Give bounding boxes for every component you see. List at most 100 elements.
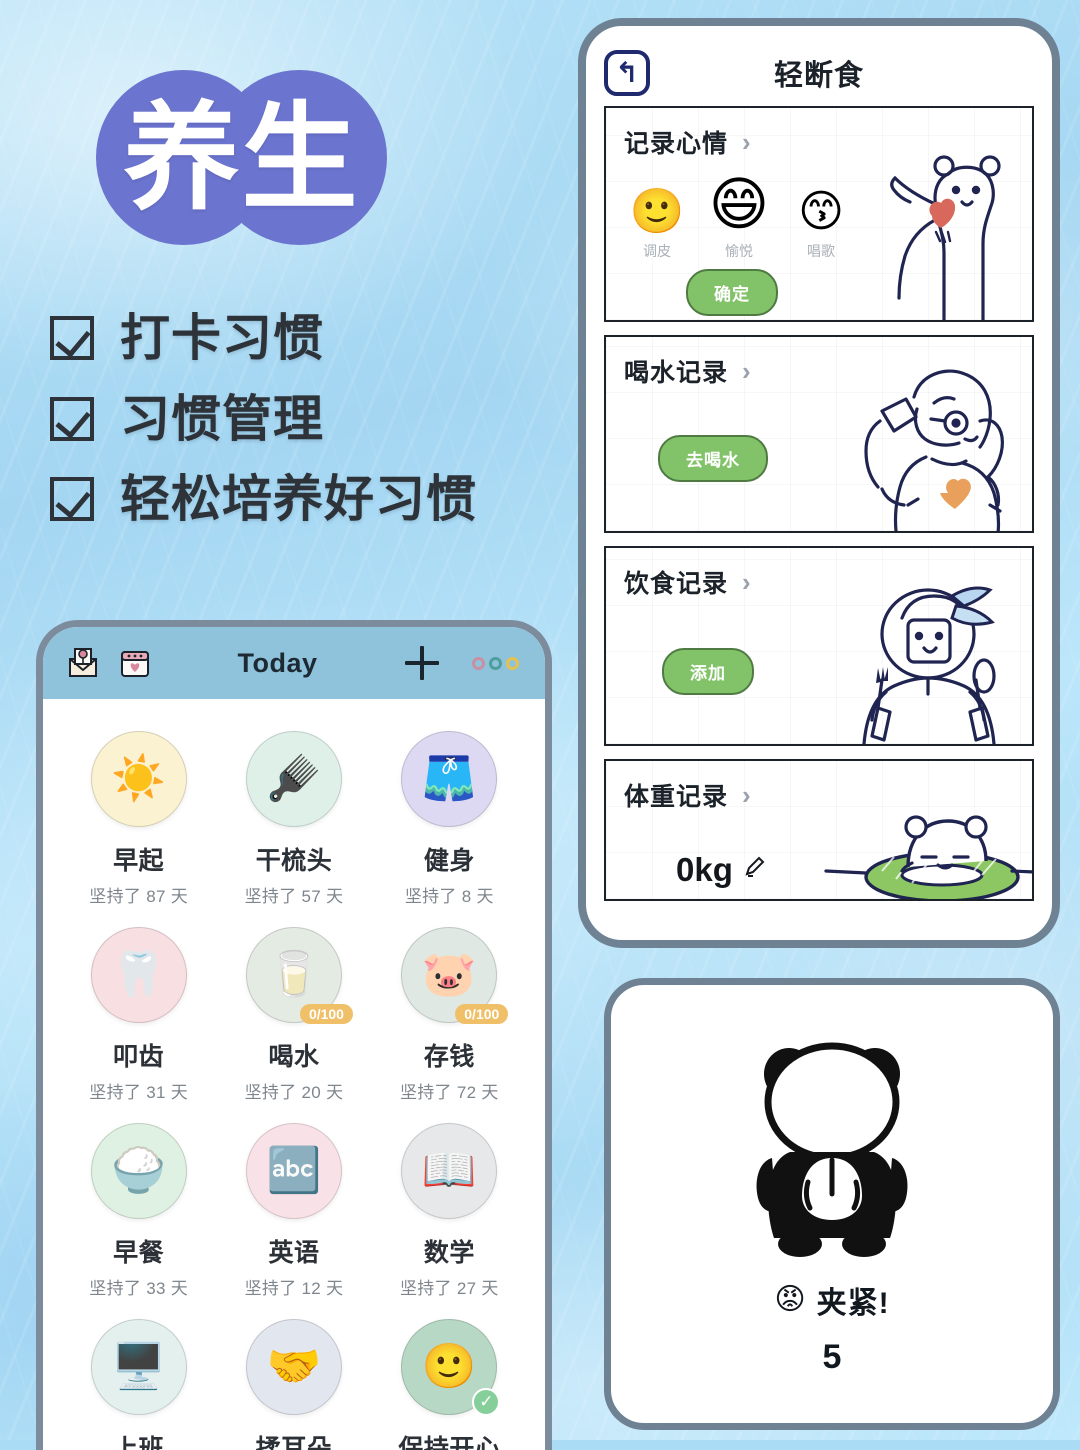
- habit-progress-badge: 0/100: [299, 1004, 353, 1024]
- feature-checklist: 打卡习惯 习惯管理 轻松培养好习惯: [50, 312, 610, 554]
- habit-item[interactable]: 🔤 英语坚持了 12 天: [216, 1115, 371, 1299]
- habit-icon-circle[interactable]: 🔤: [245, 1123, 342, 1219]
- habit-icon: 🪮: [266, 754, 322, 803]
- confirm-mood-button[interactable]: 确定: [686, 269, 778, 316]
- habit-icon-circle[interactable]: ☀️: [90, 731, 187, 827]
- card-mood-record[interactable]: 记录心情 › 🙂 调皮 😄 愉悦 😙 唱歌 确定: [604, 106, 1034, 322]
- habit-name: 数学: [423, 1239, 475, 1267]
- checklist-item-label: 打卡习惯: [120, 310, 324, 366]
- habit-grid: ☀️ 早起 坚持了 87 天 🪮 干梳头 坚持了 57 天 🩳 健身 坚持了 8 天 🦷 叩齿 坚持了…: [43, 699, 545, 1450]
- mood-option[interactable]: 🙂 调皮: [624, 190, 690, 261]
- mood-emoji: 😄: [708, 172, 770, 237]
- calendar-heart-icon[interactable]: [117, 645, 153, 681]
- pencil-edit-icon[interactable]: [743, 856, 765, 884]
- mood-options: 🙂 调皮 😄 愉悦 😙 唱歌: [624, 176, 1014, 261]
- habit-streak: 坚持了 12 天: [244, 1279, 344, 1298]
- mood-emoji: 😙: [798, 187, 844, 236]
- card-header: 记录心情 ›: [624, 124, 1014, 160]
- habit-name: 干梳头: [255, 847, 333, 875]
- habit-name: 健身: [423, 847, 475, 875]
- habit-item[interactable]: 📖 数学坚持了 27 天: [372, 1115, 527, 1299]
- habit-item[interactable]: 🖥️上班坚持了 44 天: [61, 1311, 216, 1450]
- habit-icon-circle[interactable]: 📖: [401, 1123, 498, 1219]
- checkbox-checked-icon: [50, 477, 94, 522]
- checklist-item-label: 轻松培养好习惯: [120, 471, 477, 527]
- habit-icon: 🤝: [266, 1342, 322, 1391]
- go-drink-water-button[interactable]: 去喝水: [658, 435, 768, 482]
- habit-name: 喝水: [268, 1043, 320, 1071]
- habit-icon: 🍚: [111, 1146, 167, 1195]
- habit-item[interactable]: ☀️ 早起坚持了 87 天: [61, 723, 216, 907]
- add-habit-button[interactable]: [402, 643, 442, 683]
- checkbox-checked-icon: [50, 396, 94, 441]
- page-header-title: Today: [237, 647, 318, 678]
- habit-item[interactable]: 🙂✓保持开心坚持了 3 天: [372, 1311, 527, 1450]
- habit-item[interactable]: 🪮 干梳头坚持了 57 天: [216, 723, 371, 907]
- card-header: 喝水记录 ›: [624, 353, 1014, 389]
- panda-status-text: 夹紧!: [816, 1286, 890, 1320]
- habit-icon-circle[interactable]: 🦷: [90, 927, 187, 1023]
- card-header: 饮食记录 ›: [624, 564, 1014, 600]
- habit-item[interactable]: 🥛 0/100 喝水坚持了 20 天: [216, 919, 371, 1103]
- habit-streak: 坚持了 20 天: [244, 1083, 344, 1102]
- habit-item[interactable]: 🐷 0/100 存钱坚持了 72 天: [372, 919, 527, 1103]
- habit-name: 英语: [268, 1239, 320, 1267]
- habit-icon-circle[interactable]: 🤝: [245, 1319, 342, 1415]
- checkbox-checked-icon: [50, 316, 94, 361]
- card-weight-record[interactable]: 体重记录 › 0kg: [604, 759, 1034, 901]
- checklist-item: 打卡习惯: [50, 312, 610, 365]
- card-diet-record[interactable]: 饮食记录 › 添加: [604, 546, 1034, 746]
- habit-icon-circle[interactable]: 🍚: [90, 1123, 187, 1219]
- mood-option[interactable]: 😄 愉悦: [706, 176, 772, 261]
- mood-label: 调皮: [643, 243, 671, 259]
- three-dots-icon[interactable]: [472, 656, 519, 670]
- fasting-page-title: 轻断食: [773, 60, 864, 92]
- checklist-item: 习惯管理: [50, 390, 610, 447]
- habit-streak: 坚持了 72 天: [399, 1083, 499, 1102]
- checklist-item-label: 习惯管理: [120, 390, 324, 447]
- phone-mockup-habits: Today ☀️ 早起 坚持了 87 天 🪮 干梳头 坚持了 57 天 🩳 健身 坚持了 8 天…: [36, 620, 552, 1450]
- envelope-icon[interactable]: [65, 645, 101, 681]
- habit-item[interactable]: 🦷 叩齿 坚持了 31 天: [61, 919, 216, 1103]
- habit-item[interactable]: 🍚 早餐 坚持了 33 天: [61, 1115, 216, 1299]
- hero-title-badge: 养生: [96, 62, 396, 252]
- habit-icon: 🦷: [111, 950, 167, 999]
- mood-option[interactable]: 😙 唱歌: [788, 190, 854, 261]
- card-header: 体重记录 ›: [624, 777, 1014, 813]
- panda-status-label: 😡 夹紧!: [774, 1278, 889, 1322]
- habit-name: 早起: [113, 847, 165, 875]
- habit-streak: 坚持了 33 天: [89, 1279, 189, 1298]
- card-title: 喝水记录: [624, 359, 729, 387]
- panda-count: 5: [822, 1337, 842, 1376]
- habit-streak: 坚持了 27 天: [399, 1279, 499, 1298]
- page-title: 养生: [123, 92, 360, 223]
- habit-icon-circle[interactable]: 🙂 ✓: [401, 1319, 501, 1416]
- habit-icon: 🐷: [421, 950, 477, 999]
- chevron-right-icon: ›: [742, 567, 751, 597]
- mood-emoji: 🙂: [629, 187, 685, 236]
- habit-name: 存钱: [423, 1043, 475, 1071]
- habit-streak: 坚持了 87 天: [89, 887, 189, 906]
- habit-completed-check-icon: ✓: [472, 1388, 501, 1416]
- habit-icon: 🙂: [421, 1342, 477, 1391]
- habit-item[interactable]: 🤝揉耳朵坚持了 2 天: [216, 1311, 371, 1450]
- habit-icon: ☀️: [111, 754, 167, 803]
- panda-squeeze-card[interactable]: 😡 夹紧! 5: [604, 978, 1060, 1430]
- habit-icon-circle[interactable]: 🐷 0/100: [401, 927, 509, 1024]
- app-header: Today: [43, 627, 545, 699]
- habit-streak: 坚持了 57 天: [244, 887, 344, 906]
- habit-icon-circle[interactable]: 🩳: [401, 731, 498, 827]
- card-water-record[interactable]: 喝水记录 › 去喝水: [604, 335, 1034, 533]
- habit-icon-circle[interactable]: 🪮: [245, 731, 342, 827]
- habit-icon: 📖: [421, 1146, 477, 1195]
- add-diet-button[interactable]: 添加: [662, 648, 754, 695]
- card-title: 饮食记录: [624, 570, 729, 598]
- habit-progress-badge: 0/100: [455, 1004, 509, 1024]
- habit-icon-circle[interactable]: 🥛 0/100: [245, 927, 353, 1024]
- habit-item[interactable]: 🩳 健身 坚持了 8 天: [372, 723, 527, 907]
- weight-value-row[interactable]: 0kg: [624, 851, 1014, 889]
- mood-label: 愉悦: [725, 243, 753, 259]
- habit-icon-circle[interactable]: 🖥️: [90, 1319, 187, 1415]
- mood-label: 唱歌: [807, 243, 835, 259]
- angry-face-icon: 😡: [774, 1283, 807, 1316]
